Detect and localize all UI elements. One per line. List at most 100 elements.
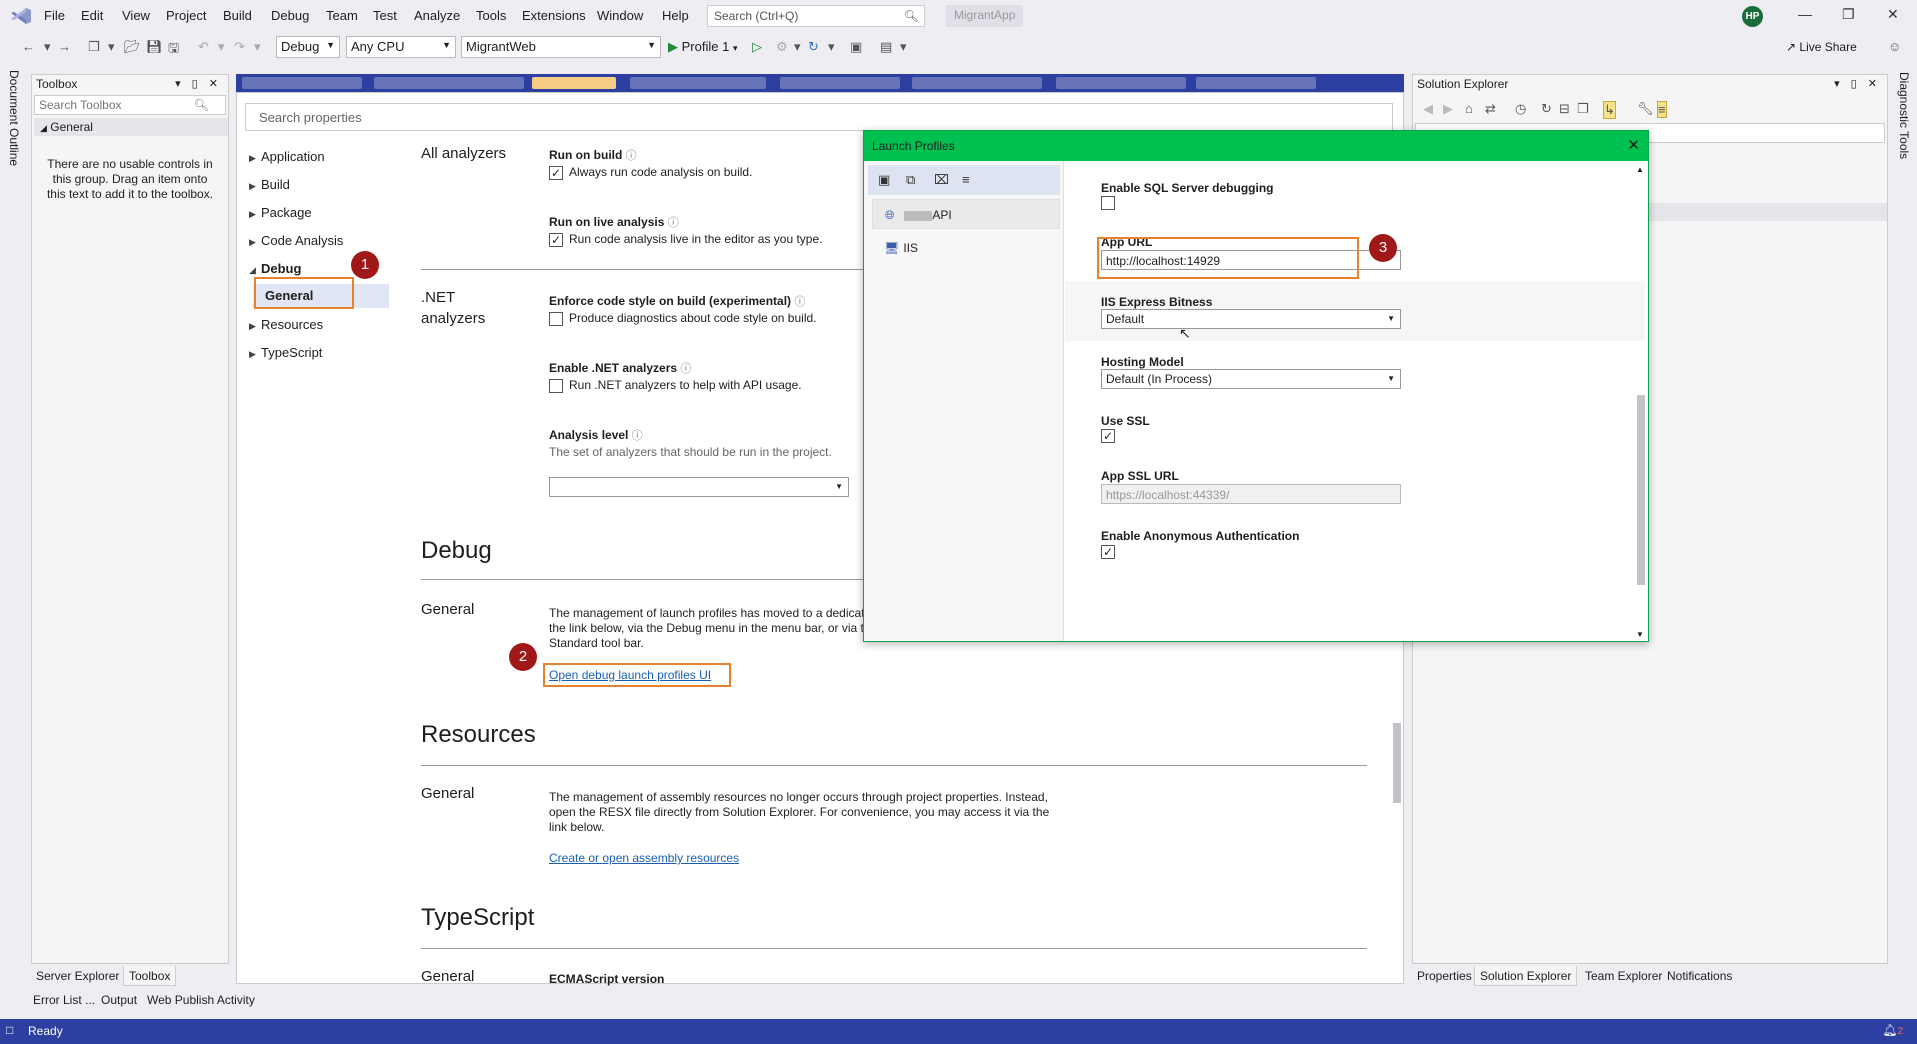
attach-icon[interactable]: ⚙ xyxy=(776,39,788,55)
diagnostic-tools-tab[interactable]: Diagnostic Tools xyxy=(1892,62,1917,1022)
home-icon[interactable]: ⌂ xyxy=(1465,101,1473,116)
iis-bitness-select[interactable]: Default ▼ xyxy=(1101,309,1401,329)
tab-notifications[interactable]: Notifications xyxy=(1662,966,1737,986)
feedback-icon[interactable]: ☺ xyxy=(1888,39,1901,54)
quick-search-input[interactable]: Search (Ctrl+Q) 🔍︎ xyxy=(707,5,925,27)
menu-help[interactable]: Help xyxy=(662,8,689,23)
copy-profile-icon[interactable]: ⧉ xyxy=(906,172,915,188)
tab-team-explorer[interactable]: Team Explorer xyxy=(1580,966,1667,986)
tab-error-list[interactable]: Error List ... xyxy=(28,990,100,1010)
live-share-button[interactable]: ↗ Live Share xyxy=(1786,40,1857,54)
nav-debug[interactable]: ◢ Debug xyxy=(249,261,301,276)
scroll-up-icon[interactable]: ▲ xyxy=(1636,165,1644,174)
scroll-down-icon[interactable]: ▼ xyxy=(1636,630,1644,639)
notifications-bell-icon[interactable]: 🔔︎2 xyxy=(1882,1023,1903,1037)
nav-typescript[interactable]: ▶ TypeScript xyxy=(249,345,322,360)
tab-server-explorer[interactable]: Server Explorer xyxy=(31,966,124,986)
menu-edit[interactable]: Edit xyxy=(81,8,103,23)
help-icon[interactable]: ⓘ xyxy=(680,363,691,375)
rename-profile-icon[interactable]: ≡ xyxy=(962,172,970,187)
dropdown-icon[interactable]: ▾ xyxy=(254,39,261,55)
menu-window[interactable]: Window xyxy=(597,8,643,23)
app-ssl-url-input[interactable]: https://localhost:44339/ xyxy=(1101,484,1401,504)
solution-platform-select[interactable]: Any CPU ▼ xyxy=(346,36,456,58)
collapse-all-icon[interactable]: ⊟ xyxy=(1559,101,1570,117)
document-tab[interactable] xyxy=(242,77,362,89)
menu-test[interactable]: Test xyxy=(373,8,397,23)
new-profile-icon[interactable]: ▣ xyxy=(878,172,890,188)
save-icon[interactable]: 💾︎ xyxy=(146,39,163,55)
close-window-icon[interactable]: ✕ xyxy=(1887,6,1899,23)
tab-toolbox[interactable]: Toolbox xyxy=(123,966,177,986)
help-icon[interactable]: ⓘ xyxy=(626,150,637,162)
toolbox-group-general[interactable]: ◢ General xyxy=(34,118,228,136)
open-debug-launch-profiles-link[interactable]: Open debug launch profiles UI xyxy=(549,668,711,682)
dropdown-icon[interactable]: ▾ xyxy=(900,39,907,55)
help-icon[interactable]: ⓘ xyxy=(632,430,643,442)
preview-selected-icon[interactable]: ↳ xyxy=(1603,101,1616,119)
preview-icon[interactable]: ≡ xyxy=(1657,101,1667,118)
panel-controls[interactable]: ▾ ▯ ✕ xyxy=(1834,77,1881,90)
refresh-icon[interactable]: ↻ xyxy=(808,39,819,55)
menu-debug[interactable]: Debug xyxy=(271,8,309,23)
document-tab-active[interactable] xyxy=(532,77,616,89)
selected-tree-row[interactable] xyxy=(1645,203,1887,221)
profile-item-iis[interactable]: 🖥︎ IIS xyxy=(872,233,1060,263)
nav-application[interactable]: ▶ Application xyxy=(249,149,325,164)
start-debugging-button[interactable]: ▶ Profile 1 ▾ xyxy=(668,39,737,55)
analysis-level-select[interactable]: ▼ xyxy=(549,477,849,497)
startup-project-select[interactable]: MigrantWeb ▼ xyxy=(461,36,661,58)
restore-icon[interactable]: ❐ xyxy=(1842,6,1855,23)
enable-net-checkbox[interactable]: Run .NET analyzers to help with API usag… xyxy=(549,378,802,393)
redo-icon[interactable]: ↷ xyxy=(234,39,245,55)
tab-output[interactable]: Output xyxy=(96,990,142,1010)
switch-views-icon[interactable]: ⇄ xyxy=(1485,101,1496,117)
tab-web-publish-activity[interactable]: Web Publish Activity xyxy=(142,990,260,1010)
forward-icon[interactable]: → xyxy=(58,39,71,54)
dropdown-icon[interactable]: ▾ xyxy=(828,39,835,55)
nav-resources[interactable]: ▶ Resources xyxy=(249,317,323,332)
properties-wrench-icon[interactable]: 🔧︎ xyxy=(1637,101,1654,117)
help-icon[interactable]: ⓘ xyxy=(668,217,679,229)
tab-properties[interactable]: Properties xyxy=(1412,966,1477,986)
menu-build[interactable]: Build xyxy=(223,8,252,23)
nav-code-analysis[interactable]: ▶ Code Analysis xyxy=(249,233,343,248)
dropdown-icon[interactable]: ▾ xyxy=(44,39,51,55)
tab-solution-explorer[interactable]: Solution Explorer xyxy=(1474,966,1578,986)
save-all-icon[interactable]: 🖫︎ xyxy=(168,39,179,61)
scrollbar-thumb[interactable] xyxy=(1393,723,1401,803)
layout-icon[interactable]: ▤ xyxy=(880,39,892,55)
document-tab[interactable] xyxy=(1196,77,1316,89)
dropdown-icon[interactable]: ▾ xyxy=(108,39,115,55)
document-tab[interactable] xyxy=(912,77,1042,89)
browser-link-icon[interactable]: ▣ xyxy=(850,39,862,55)
menu-analyze[interactable]: Analyze xyxy=(414,8,460,23)
document-tab[interactable] xyxy=(630,77,766,89)
sql-debugging-checkbox[interactable] xyxy=(1101,196,1115,210)
close-icon[interactable]: ✕ xyxy=(1627,136,1640,154)
back-icon[interactable]: ← xyxy=(22,39,35,54)
run-on-live-checkbox[interactable]: ✓ Run code analysis live in the editor as… xyxy=(549,232,822,247)
solution-configuration-select[interactable]: Debug ▼ xyxy=(276,36,340,58)
open-folder-icon[interactable]: 📂︎ xyxy=(124,39,141,55)
menu-file[interactable]: File xyxy=(44,8,65,23)
scrollbar-thumb[interactable] xyxy=(1637,395,1645,585)
show-all-files-icon[interactable]: ❐ xyxy=(1577,101,1589,117)
run-on-build-checkbox[interactable]: ✓ Always run code analysis on build. xyxy=(549,165,752,180)
forward-icon[interactable]: ▶ xyxy=(1443,101,1453,117)
properties-search-input[interactable]: Search properties xyxy=(245,103,1393,131)
undo-icon[interactable]: ↶ xyxy=(198,39,209,55)
nav-package[interactable]: ▶ Package xyxy=(249,205,312,220)
menu-team[interactable]: Team xyxy=(326,8,358,23)
anonymous-auth-checkbox[interactable]: ✓ xyxy=(1101,545,1115,559)
menu-extensions[interactable]: Extensions xyxy=(522,8,586,23)
panel-controls[interactable]: ▾ ▯ ✕ xyxy=(175,77,222,90)
delete-profile-icon[interactable]: ⌧ xyxy=(934,172,949,188)
sync-icon[interactable]: ↻ xyxy=(1541,101,1552,117)
create-open-assembly-resources-link[interactable]: Create or open assembly resources xyxy=(549,851,739,865)
user-avatar[interactable]: HP xyxy=(1742,6,1763,27)
profile-item-api[interactable]: 🌐︎ API xyxy=(872,199,1060,229)
menu-view[interactable]: View xyxy=(122,8,150,23)
pending-changes-icon[interactable]: ◷ xyxy=(1515,101,1526,117)
document-outline-tab[interactable]: Document Outline xyxy=(0,62,30,1022)
